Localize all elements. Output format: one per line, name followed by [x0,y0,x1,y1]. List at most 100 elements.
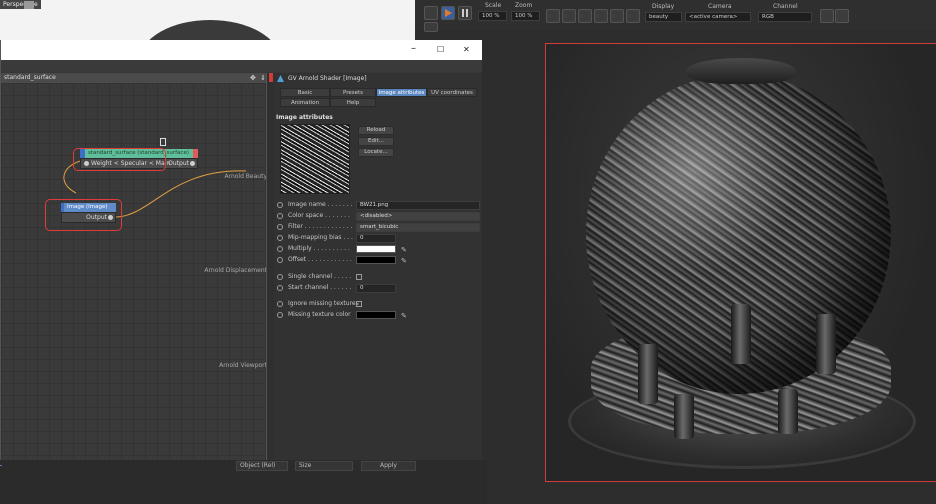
minimize-button[interactable]: – [411,43,416,54]
background-viewport[interactable]: Perspective [0,0,415,44]
animate-icon[interactable] [277,257,283,263]
animate-icon[interactable] [277,224,283,230]
render-toolbar: Scale Zoom 100 % 100 % Display Camera Ch… [415,0,936,32]
display-select[interactable]: beauty [645,12,682,22]
crosshair-icon[interactable] [562,9,576,23]
filter-select[interactable]: smart_bicubic [356,222,480,232]
channel-select[interactable]: RGB [758,12,812,22]
mip-bias-field[interactable]: 0 [356,233,396,243]
zoom-field[interactable]: 100 % [511,11,540,21]
node-editor-window: – ☐ ✕ standard_surface ✥ ⇓ standard_surf… [0,40,482,460]
ignore-missing-row: Ignore missing textures [274,299,482,309]
single-channel-checkbox[interactable] [356,274,362,280]
edit-button[interactable]: Edit... [358,137,394,146]
animate-icon[interactable] [277,213,283,219]
reload-button[interactable]: Reload [358,126,394,135]
arnold-beauty-output: Arnold Beauty [224,173,267,180]
viewport-menu-icon[interactable] [24,1,34,9]
viewport-label: Perspective [0,0,41,9]
animate-icon[interactable] [277,301,283,307]
highlight-outline [73,148,166,171]
tab-animation[interactable]: Animation [280,98,330,107]
coordinate-mode-select[interactable]: Object (Rel) [236,461,288,471]
scale-label: Scale [485,2,502,9]
tab-presets[interactable]: Presets [330,88,376,97]
compare-icon[interactable] [546,9,560,23]
node-output-label: Output [168,160,189,167]
camera-snapshot-icon[interactable] [835,9,849,23]
eyedropper-icon[interactable]: ✎ [401,245,407,255]
color-space-label: Color space . . . . . . . [288,212,350,219]
graph-title: standard_surface [1,73,273,83]
animate-icon[interactable] [277,274,283,280]
section-heading: Image attributes [276,114,333,121]
missing-color-row: Missing texture color ✎ [274,310,482,320]
color-space-row: Color space . . . . . . . <disabled> [274,211,482,221]
ignore-missing-checkbox[interactable] [356,301,362,307]
start-channel-label: Start channel . . . . . . [288,284,352,291]
single-channel-label: Single channel . . . . . [288,273,352,280]
piston [816,314,836,374]
multiply-color-swatch[interactable] [356,245,396,253]
bottom-link[interactable] [0,460,2,466]
maximize-button[interactable]: ☐ [437,45,444,54]
attribute-manager-strip: Object (Rel) Size Apply [0,460,487,504]
mip-bias-row: Mip-mapping bias . . . 0 [274,233,482,243]
render-region-icon[interactable] [424,6,438,20]
close-button[interactable]: ✕ [463,45,470,54]
render-view: Scale Zoom 100 % 100 % Display Camera Ch… [415,0,936,504]
node-handle-icon[interactable] [160,138,166,146]
single-channel-row: Single channel . . . . . [274,272,482,282]
tab-image-attributes[interactable]: Image attributes [376,88,427,97]
start-channel-field[interactable]: 0 [356,283,396,293]
animate-icon[interactable] [277,285,283,291]
mip-bias-label: Mip-mapping bias . . . [288,234,353,241]
apply-button[interactable]: Apply [361,461,416,471]
frame-icon[interactable] [594,9,608,23]
animate-icon[interactable] [277,246,283,252]
piston [638,344,658,404]
node-graph[interactable]: standard_surface (standard_surface) Weig… [1,83,273,460]
pin-icon[interactable]: ⇓ [260,74,266,82]
bulb-icon[interactable] [424,22,438,32]
offset-label: Offset . . . . . . . . . . . . [288,256,352,263]
animate-icon[interactable] [277,202,283,208]
scale-field[interactable]: 100 % [478,11,507,21]
pause-icon[interactable] [458,6,472,20]
tab-basic[interactable]: Basic [280,88,330,97]
locate-button[interactable]: Locate... [358,148,394,157]
camera-select[interactable]: <active camera> [685,12,751,22]
arnold-displacement-output: Arnold Displacement [204,267,267,274]
piston [778,389,798,434]
tab-uv-coordinates[interactable]: UV coordinates [427,88,477,97]
missing-color-swatch[interactable] [356,311,396,319]
image-name-field[interactable]: BW21.png [356,200,480,210]
piston [674,394,694,439]
divider-marker [269,73,273,82]
grid-icon[interactable] [578,9,592,23]
output-port[interactable] [190,161,195,166]
move-icon[interactable]: ✥ [250,74,256,82]
multiply-row: Multiply . . . . . . . . . . ✎ [274,244,482,254]
animate-icon[interactable] [277,235,283,241]
animate-icon[interactable] [277,312,283,318]
offset-color-swatch[interactable] [356,256,396,264]
eyedropper-icon[interactable]: ✎ [401,256,407,266]
size-mode-select[interactable]: Size [295,461,353,471]
display-label: Display [652,3,675,10]
color-space-select[interactable]: <disabled> [356,211,480,221]
play-icon[interactable] [441,6,455,20]
render-image[interactable] [545,43,936,482]
tab-help[interactable]: Help [330,98,376,107]
tx-icon[interactable] [626,9,640,23]
window-menubar [1,60,482,72]
eyedropper-icon[interactable]: ✎ [401,311,407,321]
highlight-outline [45,199,122,231]
start-channel-row: Start channel . . . . . . 0 [274,283,482,293]
image-name-label: Image name . . . . . . . [288,201,353,208]
stop-icon[interactable] [820,9,834,23]
window-titlebar[interactable]: – ☐ ✕ [1,40,482,60]
piston [731,304,751,364]
panel-divider[interactable] [266,73,274,460]
pen-icon[interactable] [610,9,624,23]
